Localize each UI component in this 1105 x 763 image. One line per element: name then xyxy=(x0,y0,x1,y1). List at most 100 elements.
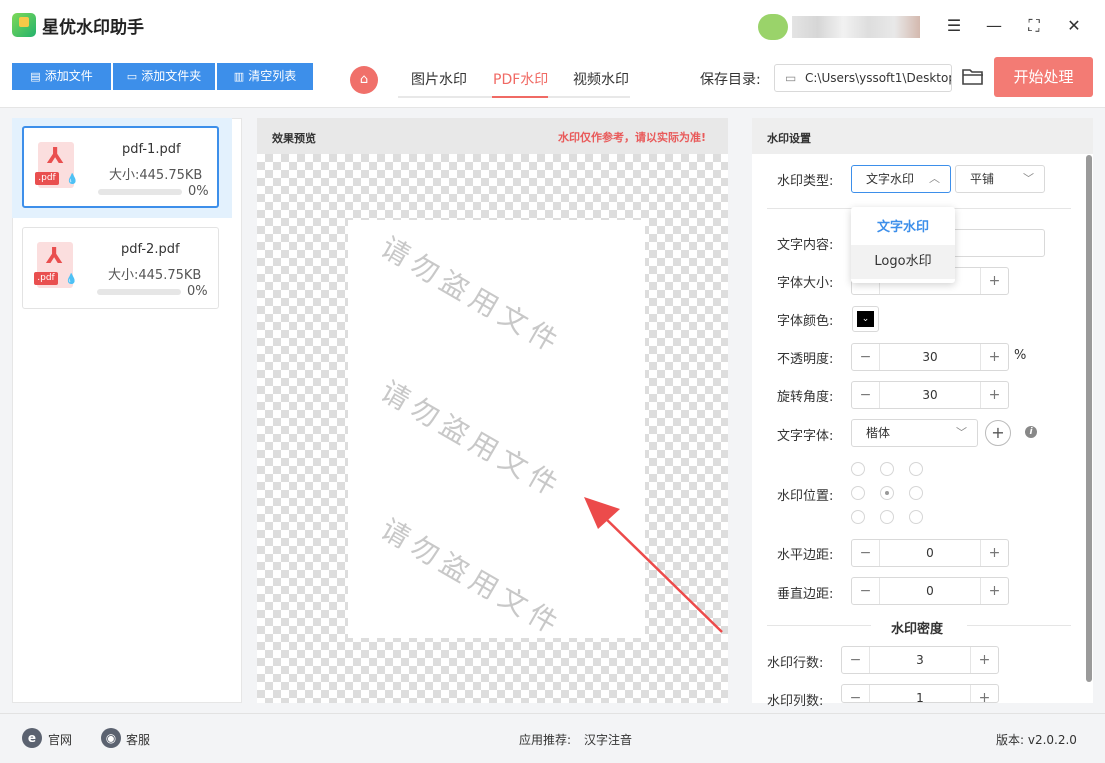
divider xyxy=(767,625,871,626)
file-item[interactable]: ⅄ .pdf 💧 pdf-1.pdf 大小:445.75KB 0% xyxy=(22,126,219,208)
dropdown-option-logo[interactable]: Logo水印 xyxy=(851,245,955,279)
app-logo-icon xyxy=(12,13,36,37)
chevron-up-icon: ︿ xyxy=(929,172,940,185)
v-margin-label: 垂直边距: xyxy=(777,587,834,602)
plus-icon[interactable]: + xyxy=(980,268,1008,294)
minus-icon[interactable]: − xyxy=(852,578,880,604)
add-font-icon[interactable]: + xyxy=(985,420,1011,446)
tab-pdf-watermark[interactable]: PDF水印 xyxy=(493,69,548,89)
close-icon[interactable]: ✕ xyxy=(1062,14,1086,38)
watermark-type-dropdown: 文字水印 Logo水印 xyxy=(851,207,955,283)
position-bottom-center[interactable] xyxy=(880,510,894,524)
recommend-label: 应用推荐: xyxy=(519,733,572,747)
info-icon[interactable]: i xyxy=(1025,426,1037,438)
chat-bubble-icon: ◉ xyxy=(101,728,121,748)
maximize-icon[interactable]: ⛶ xyxy=(1022,14,1046,38)
chevron-down-icon: ﹀ xyxy=(956,426,967,439)
chevron-down-icon: ⌄ xyxy=(857,311,874,327)
add-file-button[interactable]: ▤ 添加文件 xyxy=(12,63,111,90)
font-family-select[interactable]: 楷体 ﹀ xyxy=(851,419,978,447)
trash-icon: ▥ xyxy=(233,70,245,83)
position-bottom-left[interactable] xyxy=(851,510,865,524)
plus-icon[interactable]: + xyxy=(980,382,1008,408)
type-label: 水印类型: xyxy=(777,174,834,189)
save-dir-input[interactable]: ▭ C:\Users\yssoft1\Desktop xyxy=(774,64,952,92)
pdf-file-icon: ⅄ .pdf 💧 xyxy=(35,142,78,188)
minus-icon[interactable]: − xyxy=(852,540,880,566)
plus-icon[interactable]: + xyxy=(970,685,998,702)
minus-icon[interactable]: − xyxy=(842,647,870,673)
font-family-label: 文字字体: xyxy=(777,429,834,444)
tab-active-indicator xyxy=(492,96,548,98)
file-progress-bar xyxy=(97,289,181,295)
settings-sliders-icon[interactable]: ☰ xyxy=(942,14,966,38)
file-size: 大小:445.75KB xyxy=(109,168,203,183)
position-bottom-right[interactable] xyxy=(909,510,923,524)
rotation-label: 旋转角度: xyxy=(777,390,834,405)
h-margin-label: 水平边距: xyxy=(777,548,834,563)
plus-icon[interactable]: + xyxy=(980,344,1008,370)
position-middle-right[interactable] xyxy=(909,486,923,500)
add-folder-button[interactable]: ▭ 添加文件夹 xyxy=(113,63,215,90)
home-icon[interactable]: ⌂ xyxy=(350,66,378,94)
file-item[interactable]: ⅄ .pdf 💧 pdf-2.pdf 大小:445.75KB 0% xyxy=(22,227,219,309)
rotation-stepper[interactable]: −30 + xyxy=(851,381,1009,409)
minimize-icon[interactable]: — xyxy=(982,14,1006,38)
clear-list-button[interactable]: ▥ 清空列表 xyxy=(217,63,313,90)
font-color-picker[interactable]: ⌄ xyxy=(852,306,879,332)
font-size-label: 字体大小: xyxy=(777,276,834,291)
font-color-label: 字体颜色: xyxy=(777,314,834,329)
v-margin-stepper[interactable]: −0 + xyxy=(851,577,1009,605)
minus-icon[interactable]: − xyxy=(852,344,880,370)
plus-icon[interactable]: + xyxy=(980,578,1008,604)
version-text: 版本: v2.0.2.0 xyxy=(996,733,1077,747)
opacity-stepper[interactable]: −30 + xyxy=(851,343,1009,371)
folder-small-icon: ▭ xyxy=(785,71,797,85)
position-top-right[interactable] xyxy=(909,462,923,476)
position-top-left[interactable] xyxy=(851,462,865,476)
chevron-down-icon: ﹀ xyxy=(1023,172,1034,185)
user-name-blurred[interactable] xyxy=(792,16,920,38)
recommend-app-link[interactable]: 汉字注音 xyxy=(584,731,632,748)
settings-scrollbar[interactable] xyxy=(1086,155,1092,682)
file-progress-text: 0% xyxy=(187,284,208,299)
plus-icon[interactable]: + xyxy=(970,647,998,673)
settings-title: 水印设置 xyxy=(767,132,811,145)
h-margin-stepper[interactable]: −0 + xyxy=(851,539,1009,567)
tab-image-watermark[interactable]: 图片水印 xyxy=(411,69,467,89)
watermark-type-select[interactable]: 文字水印 ︿ xyxy=(851,165,951,193)
open-folder-icon[interactable] xyxy=(962,66,986,88)
minus-icon[interactable]: − xyxy=(842,685,870,702)
cols-label: 水印列数: xyxy=(767,694,824,709)
file-name: pdf-1.pdf xyxy=(122,142,181,157)
file-name: pdf-2.pdf xyxy=(121,242,180,257)
minus-icon[interactable]: − xyxy=(852,382,880,408)
title-bar xyxy=(0,0,1105,52)
plus-icon[interactable]: + xyxy=(980,540,1008,566)
start-process-button[interactable]: 开始处理 xyxy=(994,57,1093,97)
cols-stepper[interactable]: −1 + xyxy=(841,684,999,703)
rows-label: 水印行数: xyxy=(767,656,824,671)
file-progress-bar xyxy=(98,189,182,195)
pdf-file-icon: ⅄ .pdf 💧 xyxy=(34,242,77,288)
position-top-center[interactable] xyxy=(880,462,894,476)
text-content-label: 文字内容: xyxy=(777,238,834,253)
position-label: 水印位置: xyxy=(777,489,834,504)
tab-video-watermark[interactable]: 视频水印 xyxy=(573,69,629,89)
preview-title: 效果预览 xyxy=(272,132,316,145)
density-section-title: 水印密度 xyxy=(891,622,944,637)
settings-panel xyxy=(752,118,1093,703)
user-avatar[interactable] xyxy=(758,14,788,40)
layout-select[interactable]: 平铺 ﹀ xyxy=(955,165,1045,193)
website-link[interactable]: 官网 xyxy=(48,731,72,748)
divider xyxy=(967,625,1071,626)
file-progress-text: 0% xyxy=(188,184,209,199)
folder-icon: ▭ xyxy=(126,70,138,83)
position-center[interactable] xyxy=(880,486,894,500)
rows-stepper[interactable]: −3 + xyxy=(841,646,999,674)
dropdown-option-text[interactable]: 文字水印 xyxy=(851,211,955,245)
preview-note: 水印仅作参考，请以实际为准! xyxy=(558,131,707,144)
position-middle-left[interactable] xyxy=(851,486,865,500)
support-link[interactable]: 客服 xyxy=(126,731,150,748)
opacity-label: 不透明度: xyxy=(777,352,834,367)
